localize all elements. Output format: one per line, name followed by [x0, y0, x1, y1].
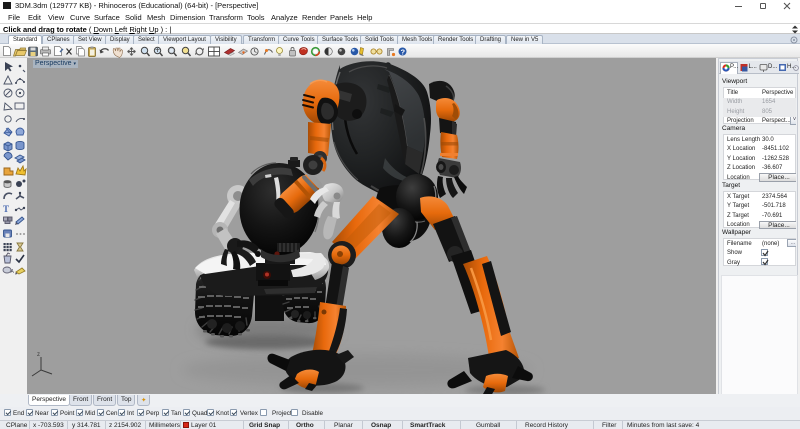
svg-text:T: T — [3, 204, 9, 214]
svg-text:?: ? — [401, 47, 406, 56]
svg-text:z: z — [37, 352, 40, 358]
svg-text:A: A — [11, 269, 15, 275]
